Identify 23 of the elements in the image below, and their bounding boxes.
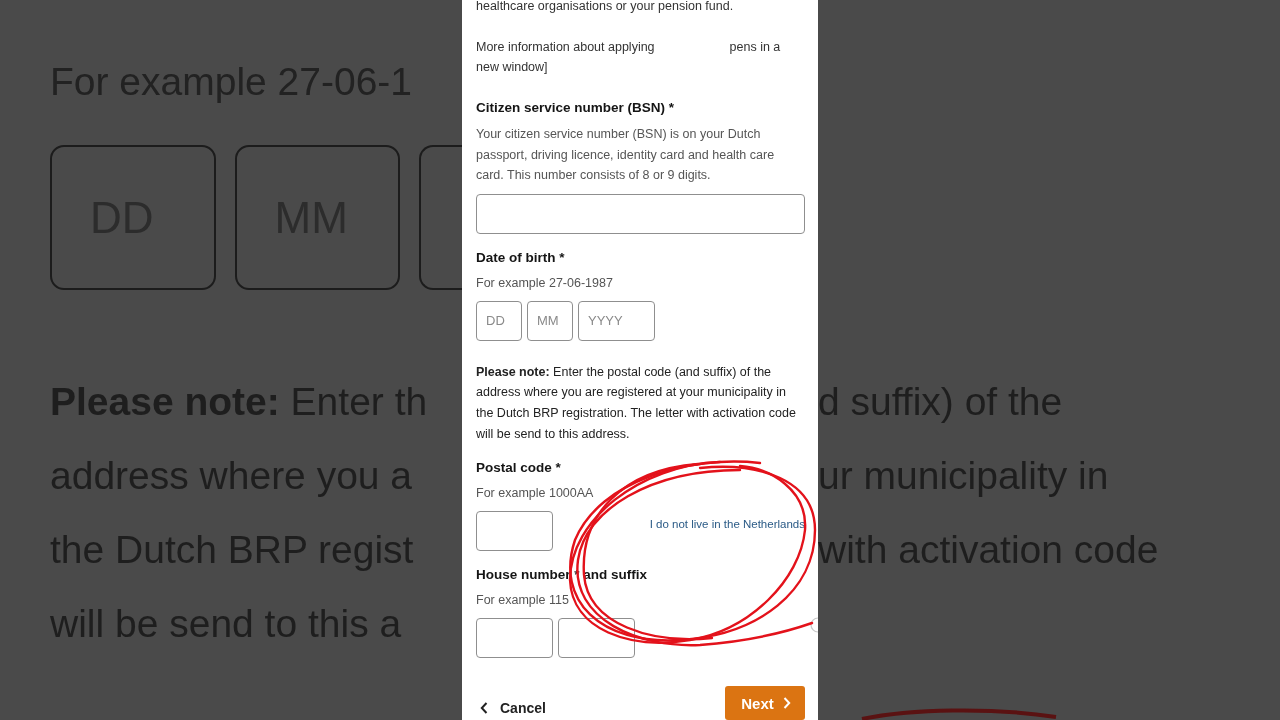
input-field[interactable]: YYYY	[578, 300, 655, 341]
input-field[interactable]	[476, 511, 553, 552]
cancel-button[interactable]: Cancel	[476, 686, 546, 717]
info-text: pens in a	[729, 39, 781, 56]
chevron-right-icon	[782, 697, 791, 710]
input-field[interactable]: DD	[476, 300, 522, 341]
input-field[interactable]	[476, 618, 553, 659]
ring-icon	[810, 617, 818, 633]
field-label: Date of birth *	[476, 248, 566, 267]
text-link[interactable]: I do not live in the Netherlands	[649, 518, 805, 531]
hint-text: Your citizen service number (BSN) is on your Dutch passport, driving licence, identity card and health care card. This number consists of 8 or 9 digits.	[476, 126, 776, 184]
input-field[interactable]: MM	[527, 300, 573, 341]
field-label: Postal code *	[476, 459, 562, 478]
hint-text: For example 115	[476, 592, 570, 610]
chevron-left-icon	[480, 702, 488, 715]
hint-text: For example 1000AA	[476, 485, 595, 503]
input-field[interactable]	[476, 193, 805, 234]
info-text: new window]	[476, 59, 548, 76]
hint-text: For example 27-06-1987	[476, 274, 614, 292]
body-text: healthcare organisations or your pension fund.	[476, 0, 735, 15]
info-text: More information about applying	[476, 39, 655, 56]
field-label: Citizen service number (BSN) *	[476, 99, 676, 117]
note-text: Please note: Enter the postal code (and suffix) of the address where you are registered at your municipality in the Dutch BRP registration. The letter with activation code will be send to this address.	[476, 363, 797, 443]
